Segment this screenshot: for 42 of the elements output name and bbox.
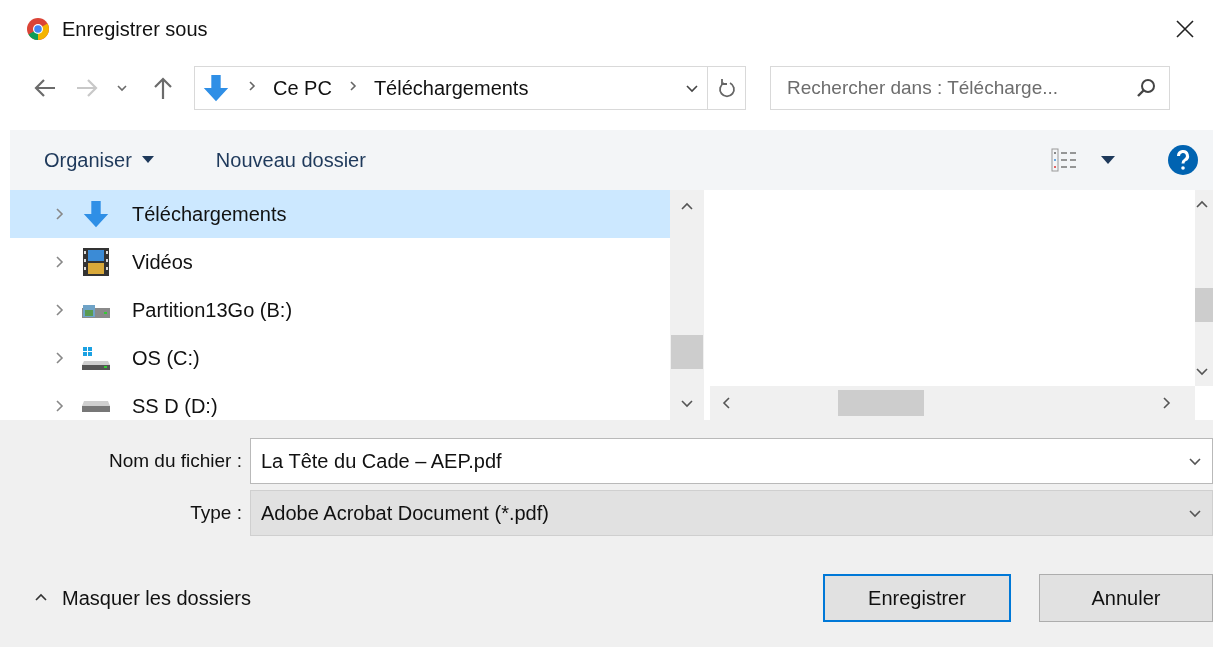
save-button[interactable]: Enregistrer	[823, 574, 1011, 622]
field-label: Nom du fichier :	[107, 450, 243, 472]
new-folder-button[interactable]: Nouveau dossier	[215, 148, 366, 172]
scrollbar[interactable]	[1195, 190, 1213, 386]
hide-folders-button[interactable]: Masquer les dossiers	[34, 586, 251, 610]
forward-arrow-icon	[75, 78, 99, 98]
scrollbar[interactable]	[710, 386, 1195, 420]
caret-icon	[1101, 156, 1115, 164]
drive-icon	[81, 399, 111, 413]
folder-tree-item[interactable]: Partition13Go (B:)	[10, 286, 670, 334]
close-icon	[1175, 19, 1195, 39]
filename-field[interactable]: La Tête du Cade – AEP.pdf	[250, 438, 1213, 484]
cancel-button[interactable]: Annuler	[1039, 574, 1213, 622]
caret-icon	[141, 156, 154, 164]
scrollbar-thumb[interactable]	[1195, 288, 1213, 322]
refresh-icon	[717, 78, 736, 98]
breadcrumb[interactable]: Ce PC	[273, 76, 332, 100]
help-icon[interactable]	[1167, 144, 1199, 176]
up-arrow-icon	[153, 76, 173, 100]
folder-tree-item[interactable]: Téléchargements	[10, 190, 670, 238]
address-bar[interactable]: Ce PC Téléchargements	[194, 66, 708, 110]
view-button[interactable]	[1051, 148, 1115, 172]
refresh-button[interactable]	[708, 66, 746, 110]
organise-menu[interactable]: Organiser	[44, 148, 154, 172]
scrollbar-thumb[interactable]	[838, 390, 924, 416]
type-dropdown[interactable]: Adobe Acrobat Document (*.pdf)	[250, 490, 1213, 536]
folder-tree-item[interactable]: OS (C:)	[10, 334, 670, 382]
folder-tree-item[interactable]: SS D (D:)	[10, 382, 670, 420]
scrollbar[interactable]	[670, 190, 704, 420]
film-icon	[82, 247, 110, 277]
browser-logo-icon	[26, 17, 50, 41]
folder-tree-item[interactable]: Vidéos	[10, 238, 670, 286]
window-title: Enregistrer sous	[62, 17, 209, 41]
search-field[interactable]: Rechercher dans : Télécharge...	[770, 66, 1170, 110]
back-arrow-icon	[33, 78, 57, 98]
field-label: Type :	[189, 502, 243, 524]
download-arrow-icon	[81, 199, 111, 229]
drive-icon	[81, 345, 111, 371]
scrollbar-thumb[interactable]	[671, 335, 703, 369]
breadcrumb[interactable]: Téléchargements	[373, 76, 529, 100]
download-arrow-icon	[201, 73, 231, 103]
search-icon	[1136, 78, 1156, 98]
